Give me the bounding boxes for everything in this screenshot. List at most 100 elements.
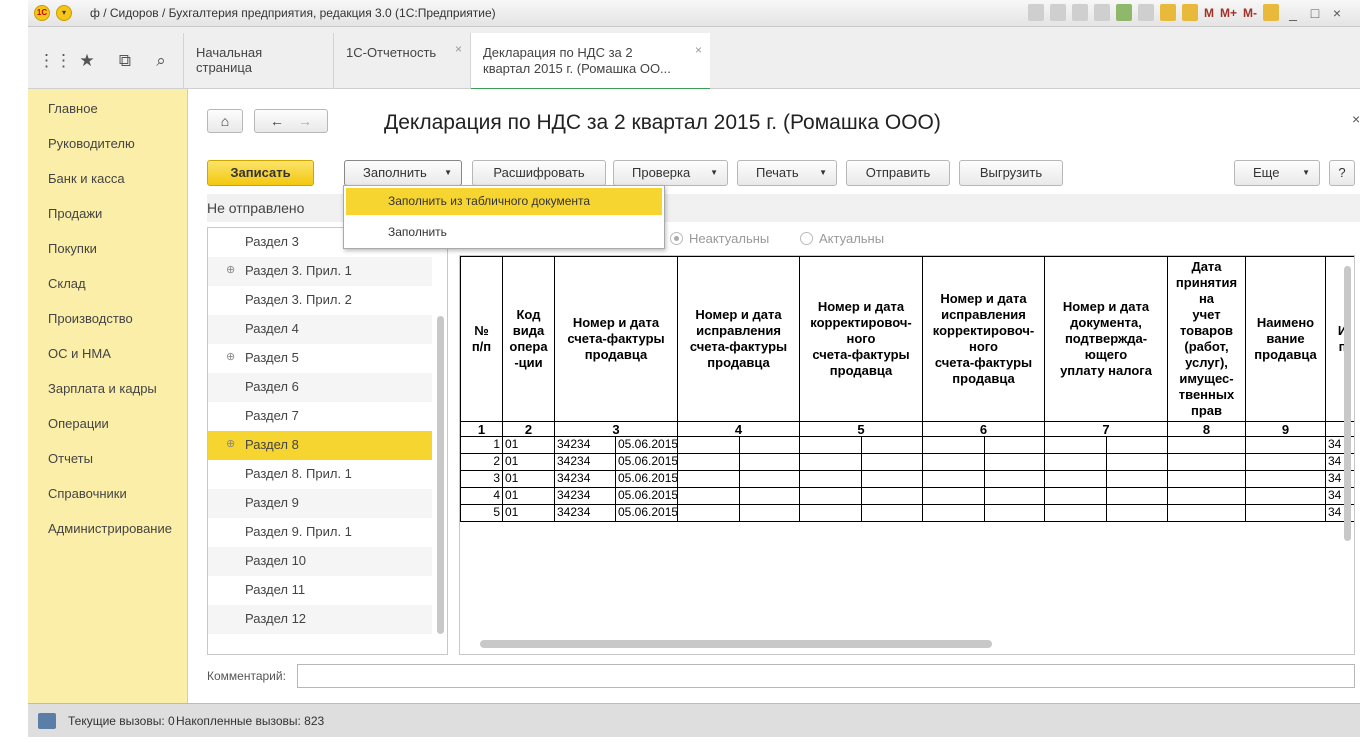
list-item[interactable]: Раздел 9. Прил. 1 (208, 518, 432, 547)
table-cell-number[interactable]: 5 (460, 504, 503, 522)
table-cell-empty[interactable] (1167, 453, 1246, 471)
check-button[interactable]: Проверка ▼ (613, 160, 728, 186)
list-item[interactable]: Раздел 12 (208, 605, 432, 634)
close-window-button[interactable]: × (1329, 5, 1345, 21)
table-cell-invoice-date[interactable]: 05.06.2015 (615, 504, 678, 522)
sidebar-item-reports[interactable]: Отчеты (48, 451, 93, 466)
table-cell-empty[interactable] (1044, 504, 1107, 522)
sidebar-item-bank[interactable]: Банк и касса (48, 171, 125, 186)
radio-not-actual[interactable]: Неактуальны (670, 231, 769, 246)
radio-actual[interactable]: Актуальны (800, 231, 884, 246)
table-cell-empty[interactable] (1245, 436, 1326, 454)
expand-icon[interactable]: ⊕ (226, 350, 235, 363)
table-cell-empty[interactable] (1044, 470, 1107, 488)
expand-icon[interactable]: ⊕ (226, 437, 235, 450)
list-item[interactable]: ⊕ Раздел 5 (208, 344, 432, 373)
apps-grid-icon[interactable]: ⋮⋮ (38, 51, 72, 71)
menu-item-fill[interactable]: Заполнить (346, 219, 662, 246)
table-cell-empty[interactable] (1106, 504, 1168, 522)
memory-minus-button[interactable]: M- (1243, 6, 1257, 20)
table-cell-empty[interactable] (984, 504, 1045, 522)
main-menu-icon[interactable]: ▾ (56, 5, 72, 21)
history-icon[interactable] (1138, 4, 1154, 21)
table-cell-empty[interactable] (739, 504, 800, 522)
table-cell-empty[interactable] (1044, 453, 1107, 471)
forward-icon[interactable]: → (298, 113, 312, 129)
vertical-scrollbar[interactable] (1344, 266, 1351, 541)
sidebar-item-administration[interactable]: Администрирование (48, 521, 172, 536)
table-cell-empty[interactable] (677, 504, 740, 522)
search-icon[interactable]: ⌕ (150, 51, 172, 71)
1c-logo-icon[interactable]: 1С (34, 5, 50, 21)
close-icon[interactable]: × (455, 42, 462, 56)
table-cell-invoice-date[interactable]: 05.06.2015 (615, 470, 678, 488)
table-cell-code[interactable]: 01 (502, 453, 555, 471)
table-cell-code[interactable]: 01 (502, 436, 555, 454)
table-cell-empty[interactable] (861, 504, 923, 522)
table-cell-empty[interactable] (1044, 436, 1107, 454)
list-item[interactable]: ⊕ Раздел 3. Прил. 1 (208, 257, 432, 286)
fill-button[interactable]: Заполнить ▼ (344, 160, 462, 186)
table-cell-empty[interactable] (984, 453, 1045, 471)
table-cell-code[interactable]: 01 (502, 487, 555, 505)
table-cell-invoice-number[interactable]: 34234 (554, 453, 616, 471)
send-button[interactable]: Отправить (846, 160, 950, 186)
table-cell-empty[interactable] (1106, 487, 1168, 505)
table-cell-empty[interactable] (1167, 487, 1246, 505)
table-cell-number[interactable]: 4 (460, 487, 503, 505)
list-item[interactable]: Раздел 4 (208, 315, 432, 344)
table-cell-empty[interactable] (922, 453, 985, 471)
table-cell-empty[interactable] (1106, 436, 1168, 454)
comment-input[interactable] (297, 664, 1355, 688)
table-cell-empty[interactable] (1044, 487, 1107, 505)
sidebar-item-directories[interactable]: Справочники (48, 486, 127, 501)
table-cell-empty[interactable] (799, 504, 862, 522)
favorites-icon[interactable] (1116, 4, 1132, 21)
table-cell-empty[interactable] (861, 470, 923, 488)
table-cell-invoice-number[interactable]: 34234 (554, 436, 616, 454)
list-item-selected[interactable]: ⊕ Раздел 8 (208, 431, 432, 460)
tab-home[interactable]: Начальная страница (183, 33, 333, 89)
mail-icon[interactable] (1094, 4, 1110, 21)
menu-item-fill-from-spreadsheet[interactable]: Заполнить из табличного документа (346, 188, 662, 215)
table-cell-number[interactable]: 1 (460, 436, 503, 454)
table-cell-code[interactable]: 01 (502, 470, 555, 488)
minimize-button[interactable]: _ (1285, 5, 1301, 21)
table-cell-empty[interactable] (1167, 504, 1246, 522)
table-cell-empty[interactable] (922, 436, 985, 454)
calculator-icon[interactable] (1160, 4, 1176, 21)
table-cell-invoice-number[interactable]: 34234 (554, 504, 616, 522)
table-cell-empty[interactable] (677, 470, 740, 488)
sidebar-item-operations[interactable]: Операции (48, 416, 109, 431)
list-item[interactable]: Раздел 10 (208, 547, 432, 576)
table-cell-empty[interactable] (799, 487, 862, 505)
table-cell-empty[interactable] (1245, 504, 1326, 522)
preview-icon[interactable] (1072, 4, 1088, 21)
list-item[interactable]: Раздел 6 (208, 373, 432, 402)
table-cell-empty[interactable] (799, 453, 862, 471)
save-button[interactable]: Записать (207, 160, 314, 186)
export-button[interactable]: Выгрузить (959, 160, 1063, 186)
table-cell-number[interactable]: 2 (460, 453, 503, 471)
maximize-button[interactable]: □ (1307, 5, 1323, 21)
sidebar-item-purchases[interactable]: Покупки (48, 241, 97, 256)
table-cell-empty[interactable] (1167, 470, 1246, 488)
list-item[interactable]: Раздел 3. Прил. 2 (208, 286, 432, 315)
table-cell-invoice-date[interactable]: 05.06.2015 (615, 487, 678, 505)
save-icon[interactable] (1028, 4, 1044, 21)
table-cell-empty[interactable] (1245, 487, 1326, 505)
sidebar-item-manager[interactable]: Руководителю (48, 136, 135, 151)
horizontal-scrollbar[interactable] (480, 640, 992, 648)
memory-button[interactable]: M (1204, 6, 1214, 20)
section-list-scrollbar[interactable] (437, 316, 444, 634)
table-cell-empty[interactable] (739, 453, 800, 471)
calendar-icon[interactable] (1182, 4, 1198, 21)
table-cell-empty[interactable] (861, 487, 923, 505)
table-cell-empty[interactable] (739, 487, 800, 505)
tab-vat-declaration[interactable]: Декларация по НДС за 2 квартал 2015 г. (… (470, 33, 710, 91)
list-item[interactable]: Раздел 11 (208, 576, 432, 605)
sidebar-item-production[interactable]: Производство (48, 311, 133, 326)
sidebar-item-sales[interactable]: Продажи (48, 206, 102, 221)
table-cell-empty[interactable] (677, 436, 740, 454)
table-cell-empty[interactable] (1106, 453, 1168, 471)
